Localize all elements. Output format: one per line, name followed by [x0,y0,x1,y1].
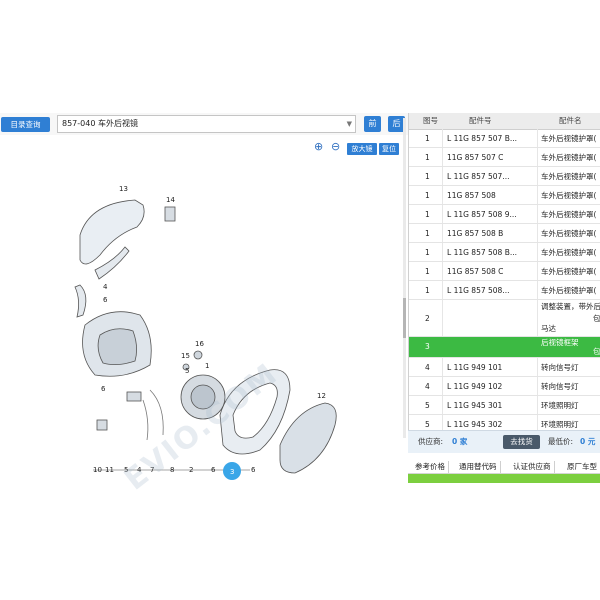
table-row[interactable]: 1 11G 857 508 车外后视镜护罩( [409,186,600,205]
table-row[interactable]: 5L 11G 945 301 环境照明灯 [409,396,600,415]
callout-6b: 6 [101,385,106,393]
supplier-bar: 供应商: 0 家 去找货 最低价: 0 元 [408,430,600,453]
tab-substitute-code[interactable]: 通用替代码 [456,461,501,473]
magnifier-button[interactable]: 放大镜 [347,143,377,155]
tab-oem-model[interactable]: 原厂车型 [564,461,600,473]
callout-11: 11 [105,466,114,474]
tab-certified-supplier[interactable]: 认证供应商 [510,461,555,473]
table-row[interactable]: 2 调整装置，带外后 马达 包 [409,300,600,337]
callout-16: 16 [195,340,204,348]
part-wiring [142,389,164,441]
header-part-name: 配件名 [559,116,582,125]
chevron-down-icon: ▼ [346,120,352,128]
zoom-out-icon[interactable]: ⊖ [331,141,340,153]
header-part-no: 配件号 [469,116,492,125]
model-select-value: 857-040 车外后视镜 [62,119,138,128]
model-select[interactable]: 857-040 车外后视镜 ▼ [57,115,356,133]
callout-1: 1 [205,362,209,370]
callout-2: 2 [189,466,193,474]
part-clip [164,206,176,222]
parts-table: 图号 配件号 配件名 1L 11G 857 507 B... 车外后视镜护罩( 1… [408,113,600,431]
part-mirror-glass [279,402,337,474]
table-row[interactable]: 1L 11G 857 508 9... 车外后视镜护罩( [409,205,600,224]
callout-12: 12 [317,392,326,400]
callout-4: 4 [103,283,108,291]
callout-14: 14 [166,196,175,204]
tab-reference-price[interactable]: 参考价格 [412,461,449,473]
callout-13: 13 [119,185,128,193]
table-row[interactable]: 1 11G 857 507 C 车外后视镜护罩( [409,148,600,167]
prev-button[interactable]: 前 [364,116,381,132]
callout-15: 15 [181,352,190,360]
tab-content-bar [408,474,600,483]
scrollbar-thumb[interactable] [403,298,406,338]
table-row[interactable]: 1L 11G 857 508 B... 车外后视镜护罩( [409,243,600,262]
part-lamp-strip [74,284,87,318]
part-mirror-cover [79,199,145,265]
table-row[interactable]: 1 11G 857 508 C 车外后视镜护罩( [409,262,600,281]
table-row[interactable]: 1L 11G 857 508... 车外后视镜护罩( [409,281,600,300]
table-row[interactable]: 1 11G 857 508 B 车外后视镜护罩( [409,224,600,243]
table-row[interactable]: 4L 11G 949 102 转向信号灯 [409,377,600,396]
diagram-scrollbar[interactable] [403,118,406,438]
header-fig: 图号 [423,116,438,125]
supplier-label: 供应商: [418,437,444,446]
table-row[interactable]: 1L 11G 857 507 B... 车外后视镜护罩( [409,129,600,148]
callout-3: 3 [230,468,234,476]
table-row[interactable]: 4L 11G 949 101 转向信号灯 [409,358,600,377]
callout-5: 5 [185,367,189,375]
callout-10: 10 [93,466,102,474]
catalog-query-button[interactable]: 目录查询 [1,117,50,132]
supplier-count: 0 家 [452,437,468,446]
zoom-in-icon[interactable]: ⊕ [314,141,323,153]
price-value: 0 元 [580,437,596,446]
table-header: 图号 配件号 配件名 [409,113,600,130]
exploded-parts-diagram: 13 14 4 6 16 15 5 1 6 10 11 5 4 7 8 2 6 … [74,185,337,480]
reset-button[interactable]: 复位 [379,143,399,155]
info-tabs: 参考价格 通用替代码 认证供应商 原厂车型 [408,461,600,474]
callout-6c: 6 [211,466,216,474]
table-row[interactable]: 5L 11G 945 302 环境照明灯 [409,415,600,431]
find-goods-button[interactable]: 去找货 [503,435,540,449]
top-toolbar: 目录查询 857-040 车外后视镜 ▼ 前 后 [0,113,408,135]
table-row-selected[interactable]: 3 后视镜框架 包 [409,337,600,358]
part-connector [126,391,142,402]
part-screw-16 [193,350,203,360]
table-row[interactable]: 1L 11G 857 507... 车外后视镜护罩( [409,167,600,186]
price-label: 最低价: [548,437,574,446]
callout-6: 6 [103,296,108,304]
callout-6d: 6 [251,466,256,474]
